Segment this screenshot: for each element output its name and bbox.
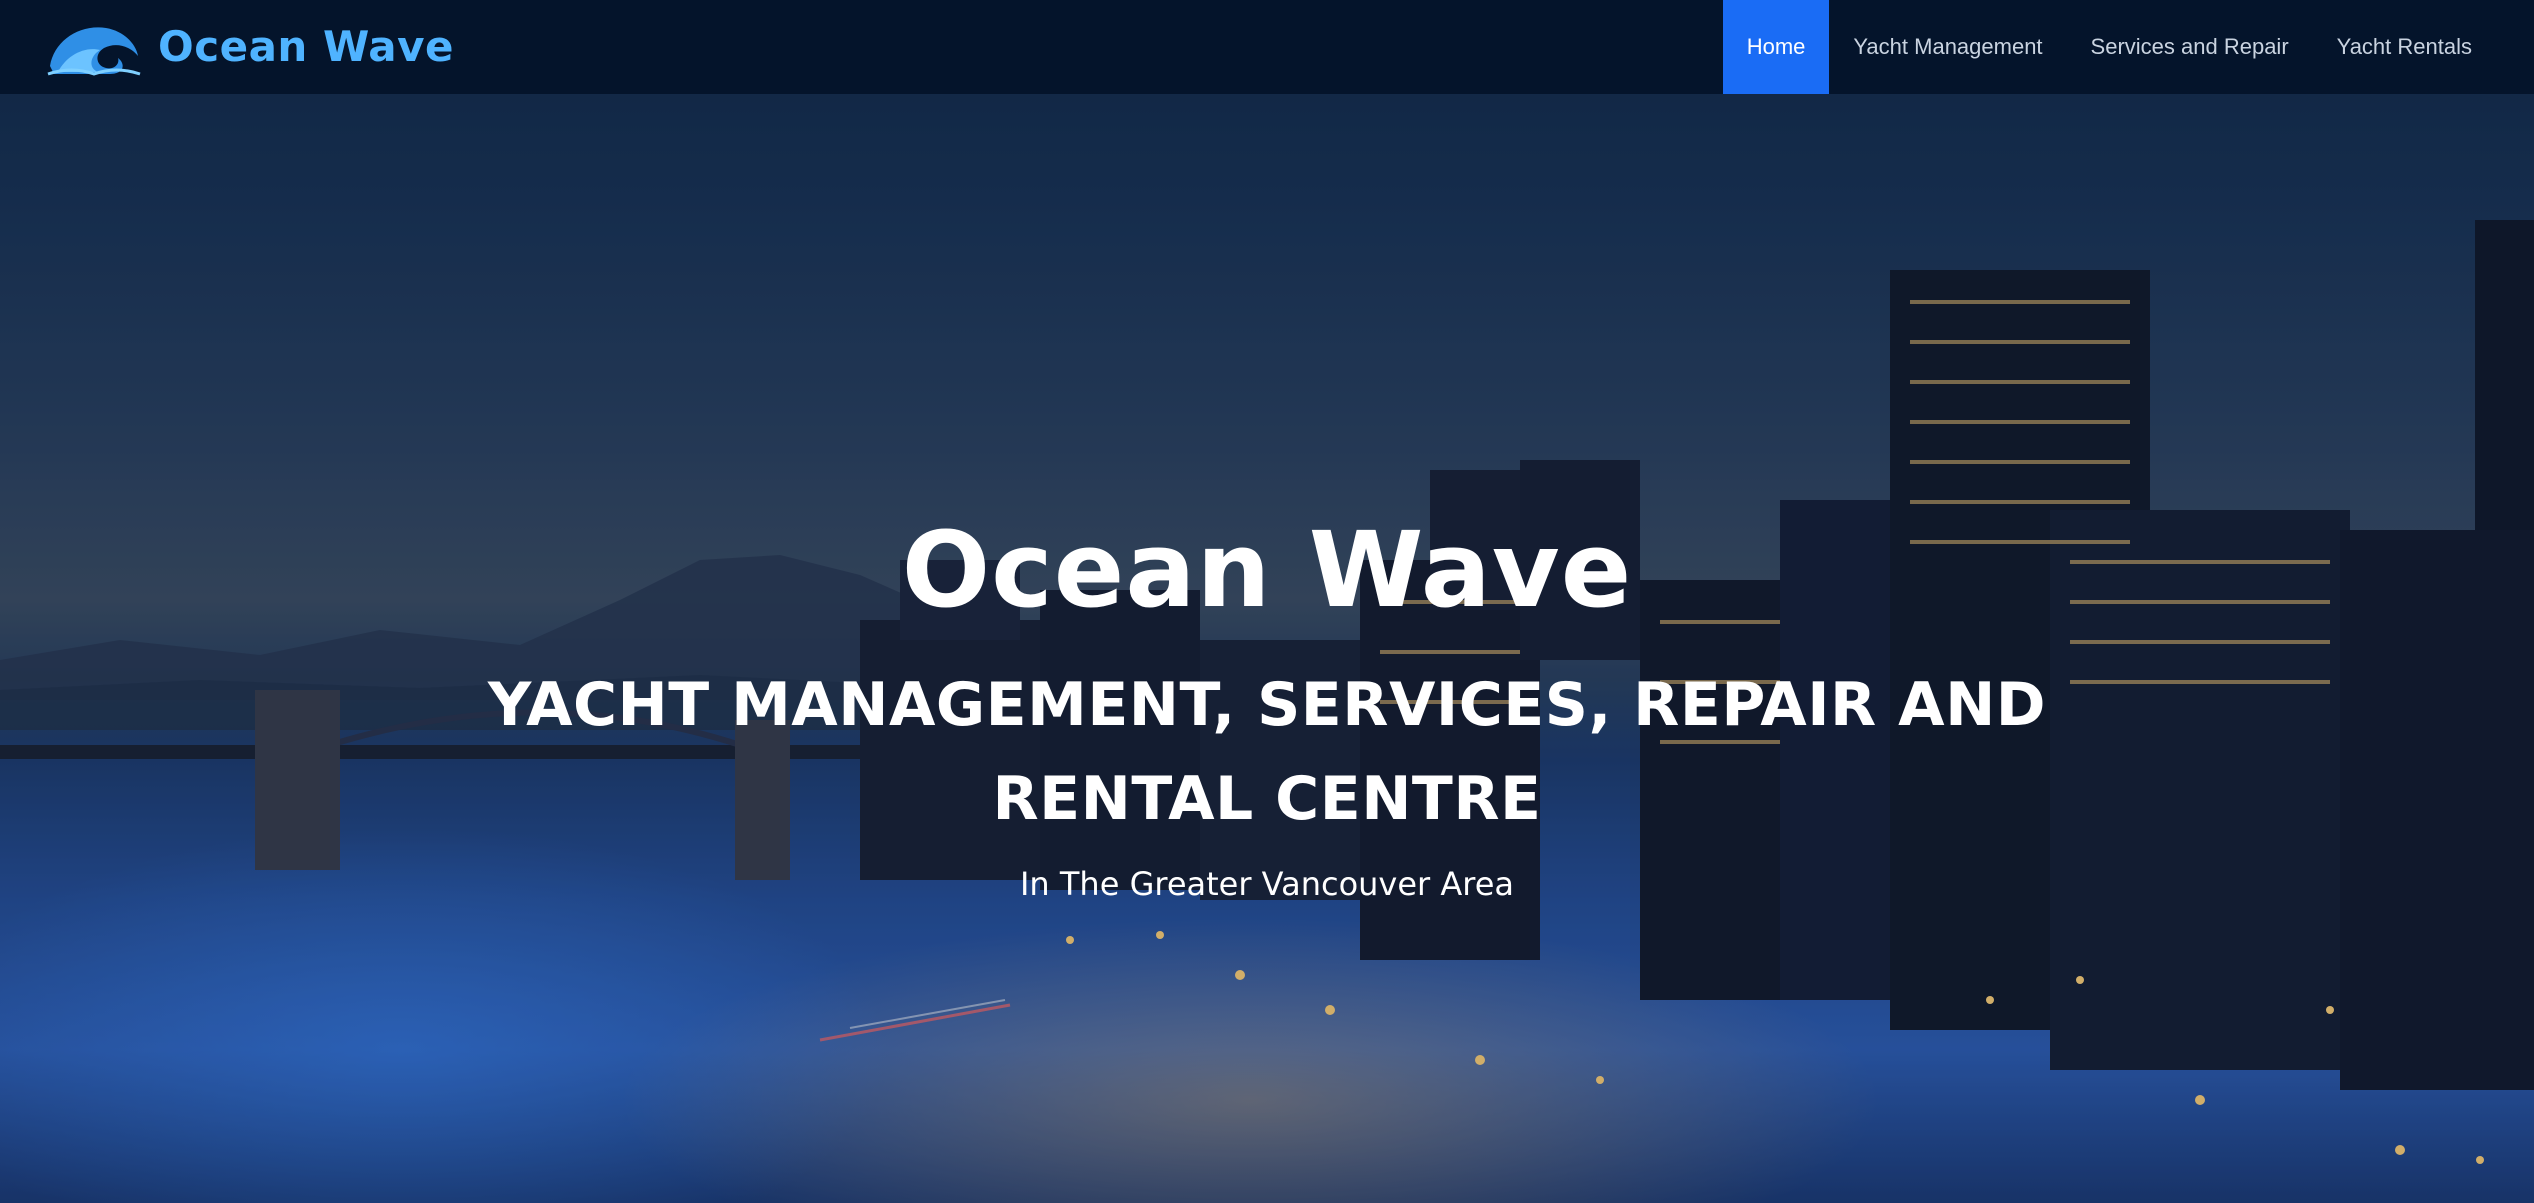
nav-item-services-and-repair[interactable]: Services and Repair bbox=[2067, 0, 2313, 94]
wave-icon bbox=[47, 27, 141, 76]
page: Ocean Wave Home Yacht Management Service… bbox=[0, 0, 2534, 1203]
hero-title: Ocean Wave bbox=[901, 509, 1633, 631]
hero-content: Ocean Wave YACHT MANAGEMENT, SERVICES, R… bbox=[0, 510, 2534, 904]
nav-item-yacht-rentals[interactable]: Yacht Rentals bbox=[2313, 0, 2496, 94]
hero-tagline: In The Greater Vancouver Area bbox=[1019, 865, 1515, 903]
main-nav: Home Yacht Management Services and Repai… bbox=[1722, 0, 2496, 94]
nav-item-home[interactable]: Home bbox=[1722, 0, 1830, 94]
hero-subtitle: YACHT MANAGEMENT, SERVICES, REPAIR AND R… bbox=[487, 670, 2047, 834]
navbar: Ocean Wave Home Yacht Management Service… bbox=[0, 0, 2534, 94]
nav-item-yacht-management[interactable]: Yacht Management bbox=[1829, 0, 2066, 94]
brand-name: Ocean Wave bbox=[158, 21, 454, 71]
brand-link[interactable]: Ocean Wave bbox=[44, 16, 454, 76]
